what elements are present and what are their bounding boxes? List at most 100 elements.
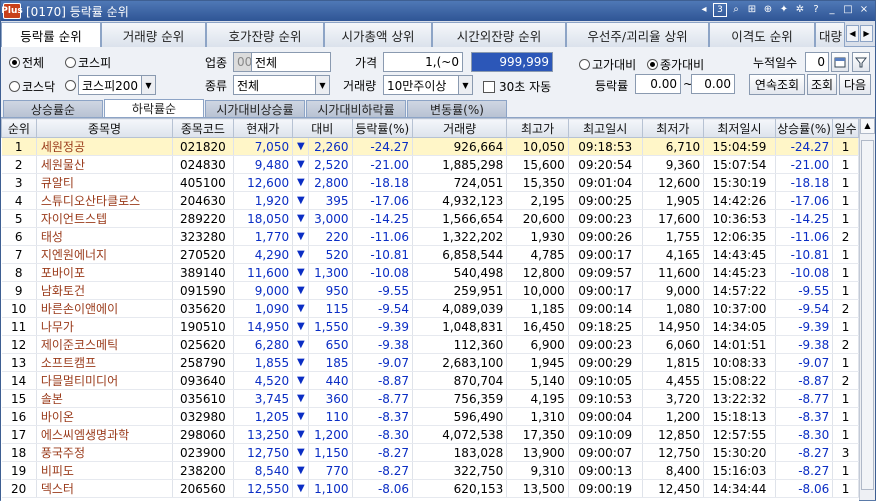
volume-select[interactable]: 10만주이상 ▼: [383, 75, 473, 95]
col-high-time[interactable]: 최고일시: [567, 118, 643, 138]
radio-kospi200-dot[interactable]: [65, 79, 76, 91]
table-row[interactable]: 8 포바이포 389140 11,600 ▼ 1,300 -10.08 540,498 12,8…: [1, 263, 859, 282]
market-select[interactable]: 코스피200 ▼: [65, 75, 156, 95]
calendar-button[interactable]: [831, 52, 849, 72]
col-price[interactable]: 현재가: [232, 118, 294, 138]
table-cell: 세원물산: [36, 155, 174, 174]
tab-bulk[interactable]: 대량: [815, 22, 845, 47]
radio-kospi-dot[interactable]: [65, 57, 76, 68]
subtab-fall-rate[interactable]: 하락률순: [104, 99, 204, 117]
price-from-field[interactable]: 1,(~0: [383, 52, 463, 72]
continuous-query-button[interactable]: 연속조회: [749, 74, 805, 95]
subtab-open-rise[interactable]: 시가대비상승률: [205, 100, 305, 117]
col-name[interactable]: 종목명: [35, 118, 174, 138]
tab-rate-rank[interactable]: 등락률 순위: [1, 22, 101, 47]
funnel-icon[interactable]: [852, 52, 870, 72]
link-icon[interactable]: ⊞: [745, 3, 759, 17]
next-button[interactable]: 다음: [839, 74, 871, 95]
tab-disparity-rank[interactable]: 이격도 순위: [709, 22, 815, 47]
table-row[interactable]: 9 남화토건 091590 9,000 ▼ 950 -9.55 259,951 10,000 09…: [1, 281, 859, 300]
cum-days-field[interactable]: 0: [805, 52, 829, 72]
subtab-volatility[interactable]: 변동률(%): [407, 100, 507, 117]
help-icon[interactable]: ?: [809, 3, 823, 17]
table-row[interactable]: 10 바른손이앤에이 035620 1,090 ▼ 115 -9.54 4,089,039 1,…: [1, 299, 859, 318]
auto-refresh-checkbox[interactable]: 30초 자동: [483, 78, 551, 95]
table-row[interactable]: 12 제이준코스메틱 025620 6,280 ▼ 650 -9.38 112,360 6,90…: [1, 335, 859, 354]
sector-label: 업종: [205, 56, 228, 70]
page-badge[interactable]: 3: [713, 3, 727, 17]
table-cell: 09:09:57: [568, 263, 643, 282]
table-row[interactable]: 4 스튜디오산타클로스 204630 1,920 ▼ 395 -17.06 4,932,123…: [1, 191, 859, 210]
col-rank[interactable]: 순위: [1, 118, 37, 138]
col-days[interactable]: 일수: [832, 118, 859, 138]
table-cell: 9,480: [233, 155, 294, 174]
calendar-icon[interactable]: [831, 52, 849, 72]
col-low[interactable]: 최저가: [641, 118, 705, 138]
radio-vs-high-dot[interactable]: [579, 59, 590, 70]
tab-right-icon[interactable]: ▶: [860, 25, 873, 42]
chevron-down-icon[interactable]: ▼: [315, 76, 329, 94]
query-button[interactable]: 조회: [807, 74, 837, 95]
table-row[interactable]: 14 다믈멀티미디어 093640 4,520 ▼ 440 -8.87 870,704 5,14…: [1, 371, 859, 390]
prev-icon[interactable]: ◂: [697, 3, 711, 17]
close-button[interactable]: ×: [857, 3, 871, 17]
col-high[interactable]: 최고가: [506, 118, 569, 138]
sector-name-field[interactable]: 전체: [251, 52, 331, 72]
radio-vs-close-dot[interactable]: [647, 59, 658, 70]
table-cell: 09:00:07: [568, 443, 643, 462]
table-row[interactable]: 7 지엔원에너지 270520 4,290 ▼ 520 -10.81 6,858,544 4,7…: [1, 245, 859, 264]
radio-kosdaq-dot[interactable]: [9, 81, 20, 92]
subtab-open-fall[interactable]: 시가대비하락률: [306, 100, 406, 117]
rate-to-field[interactable]: 0.00: [691, 74, 735, 94]
col-change[interactable]: 대비: [292, 118, 353, 138]
table-row[interactable]: 19 비피도 238200 8,540 ▼ 770 -8.27 322,750 9,310 09:…: [1, 461, 859, 480]
search-icon[interactable]: ⌕: [729, 3, 743, 17]
settings-icon[interactable]: ✲: [793, 3, 807, 17]
col-code[interactable]: 종목코드: [172, 118, 234, 138]
tab-volume-rank[interactable]: 거래량 순위: [101, 22, 206, 47]
table-row[interactable]: 11 나무가 190510 14,950 ▼ 1,550 -9.39 1,048,831 16,…: [1, 317, 859, 336]
col-cum-rate[interactable]: 상승률(%): [774, 118, 834, 138]
table-row[interactable]: 16 바이온 032980 1,205 ▼ 110 -8.37 596,490 1,310 09:…: [1, 407, 859, 426]
radio-all[interactable]: 전체: [9, 54, 44, 71]
chevron-down-icon[interactable]: ▼: [141, 76, 155, 94]
minimize-button[interactable]: _: [825, 3, 839, 17]
radio-kospi[interactable]: 코스피: [65, 54, 111, 71]
col-volume[interactable]: 거래량: [411, 118, 508, 138]
table-row[interactable]: 2 세원물산 024830 9,480 ▼ 2,520 -21.00 1,885,298 15,…: [1, 155, 859, 174]
subtab-rise-rate[interactable]: 상승률순: [3, 100, 103, 117]
table-row[interactable]: 5 자이언트스텝 289220 18,050 ▼ 3,000 -14.25 1,566,654…: [1, 209, 859, 228]
table-row[interactable]: 15 솔본 035610 3,745 ▼ 360 -8.77 756,359 4,195 09:1…: [1, 389, 859, 408]
kind-select[interactable]: 전체 ▼: [233, 75, 330, 95]
table-row[interactable]: 6 태성 323280 1,770 ▼ 220 -11.06 1,322,202 1,930 09…: [1, 227, 859, 246]
table-row[interactable]: 13 소프트캠프 258790 1,855 ▼ 185 -9.07 2,683,100 1,94…: [1, 353, 859, 372]
tab-afterhours-rank[interactable]: 시간외잔량 순위: [432, 22, 566, 47]
scroll-thumb[interactable]: [861, 140, 874, 490]
radio-vs-high[interactable]: 고가대비: [579, 56, 636, 73]
table-row[interactable]: 20 덱스터 206560 12,550 ▼ 1,100 -8.06 620,153 13,50…: [1, 479, 859, 498]
maximize-button[interactable]: □: [841, 3, 855, 17]
zoom-icon[interactable]: ⊕: [761, 3, 775, 17]
vertical-scrollbar[interactable]: ▲: [859, 118, 875, 500]
scroll-up-icon[interactable]: ▲: [860, 118, 875, 134]
tab-market-cap[interactable]: 시가총액 상위: [324, 22, 432, 47]
price-to-field[interactable]: 999,999: [471, 52, 553, 72]
tab-left-icon[interactable]: ◀: [846, 25, 859, 42]
table-row[interactable]: 1 세원정공 021820 7,050 ▼ 2,260 -24.27 926,664 10,05…: [1, 137, 859, 156]
radio-all-dot[interactable]: [9, 57, 20, 68]
col-rate[interactable]: 등락률(%): [351, 118, 414, 138]
table-row[interactable]: 17 에스씨엠생명과학 298060 13,250 ▼ 1,200 -8.30 4,072,5…: [1, 425, 859, 444]
col-low-time[interactable]: 최저일시: [703, 118, 776, 138]
radio-kosdaq[interactable]: 코스닥: [9, 78, 55, 95]
tab-preferred-stock[interactable]: 우선주/괴리율 상위: [566, 22, 709, 47]
table-cell: 9,360: [642, 155, 705, 174]
table-row[interactable]: 3 큐알티 405100 12,600 ▼ 2,800 -18.18 724,051 15,35…: [1, 173, 859, 192]
filter-button[interactable]: [852, 52, 870, 72]
radio-vs-close[interactable]: 종가대비: [647, 56, 704, 73]
chevron-down-icon[interactable]: ▼: [458, 76, 472, 94]
pin-icon[interactable]: ✦: [777, 3, 791, 17]
rate-from-field[interactable]: 0.00: [635, 74, 681, 94]
table-cell: 9,000: [233, 281, 294, 300]
tab-orderbook-rank[interactable]: 호가잔량 순위: [206, 22, 324, 47]
table-row[interactable]: 18 풍국주정 023900 12,750 ▼ 1,150 -8.27 183,028 13,9…: [1, 443, 859, 462]
